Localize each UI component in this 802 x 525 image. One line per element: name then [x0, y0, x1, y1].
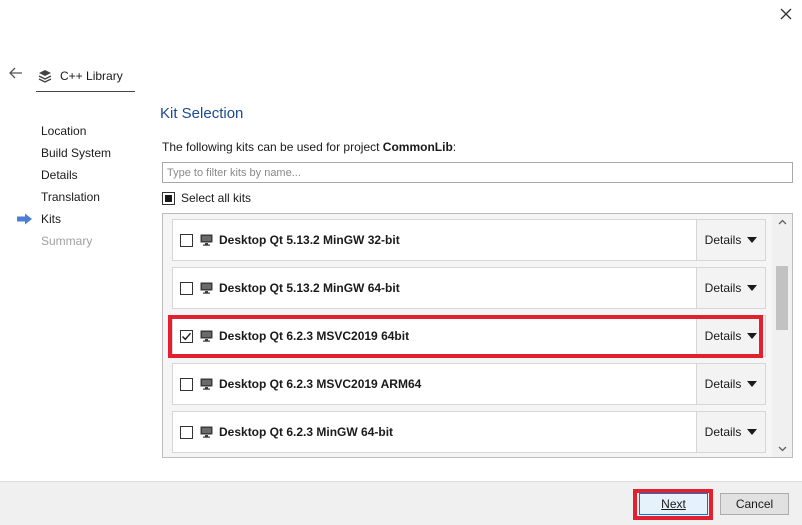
kit-details-button[interactable]: Details: [696, 316, 765, 356]
kit-checkbox[interactable]: [180, 377, 193, 391]
kit-row[interactable]: Desktop Qt 5.13.2 MinGW 32-bit Details: [172, 219, 766, 261]
kit-list-scrollbar[interactable]: [772, 214, 792, 457]
kit-list-panel: Desktop Qt 5.13.2 MinGW 32-bit Details D…: [162, 213, 793, 458]
intro-text: The following kits can be used for proje…: [162, 140, 456, 154]
intro-prefix: The following kits can be used for proje…: [162, 140, 383, 154]
back-button[interactable]: [6, 64, 26, 82]
wizard-title: C++ Library: [36, 60, 135, 92]
step-label: Kits: [41, 212, 62, 226]
chevron-down-icon: [778, 446, 786, 452]
next-label: Next: [661, 497, 686, 511]
kit-name: Desktop Qt 6.2.3 MSVC2019 64bit: [219, 329, 410, 343]
details-label: Details: [704, 233, 742, 247]
kit-checkbox[interactable]: [180, 425, 193, 439]
library-stack-icon: [38, 69, 52, 83]
select-all-kits-checkbox[interactable]: Select all kits: [162, 191, 251, 205]
step-translation: Translation: [16, 186, 156, 208]
kit-filter-input[interactable]: [162, 162, 793, 183]
desktop-monitor-icon: [200, 234, 213, 246]
page-title: Kit Selection: [160, 105, 244, 122]
kit-checkbox[interactable]: [180, 329, 193, 343]
scroll-up-button[interactable]: [772, 214, 792, 230]
step-label: Details: [41, 168, 78, 182]
checkmark-icon: [182, 332, 192, 340]
next-button[interactable]: Next: [639, 493, 708, 515]
desktop-monitor-icon: [200, 378, 213, 390]
kit-row[interactable]: Desktop Qt 6.2.3 MSVC2019 64bit Details: [172, 315, 766, 357]
select-all-label: Select all kits: [181, 191, 252, 205]
step-label: Summary: [41, 234, 93, 248]
desktop-monitor-icon: [200, 330, 213, 342]
kit-row[interactable]: Desktop Qt 6.2.3 MSVC2019 ARM64 Details: [172, 363, 766, 405]
caret-down-icon: [747, 333, 758, 339]
step-kits: Kits: [16, 208, 156, 230]
chevron-up-icon: [778, 219, 786, 225]
kit-row[interactable]: Desktop Qt 6.2.3 MinGW 64-bit Details: [172, 411, 766, 453]
kit-name: Desktop Qt 5.13.2 MinGW 32-bit: [219, 233, 400, 247]
kit-details-button[interactable]: Details: [696, 220, 765, 260]
caret-down-icon: [747, 381, 758, 387]
project-name: CommonLib: [382, 140, 453, 154]
kit-name: Desktop Qt 5.13.2 MinGW 64-bit: [219, 281, 400, 295]
intro-suffix: :: [452, 140, 457, 154]
caret-down-icon: [747, 285, 758, 291]
cancel-button[interactable]: Cancel: [720, 493, 789, 515]
step-label: Translation: [41, 190, 100, 204]
step-location: Location: [16, 120, 156, 142]
scroll-thumb[interactable]: [776, 266, 788, 330]
close-icon: [780, 8, 792, 20]
cancel-label: Cancel: [735, 497, 774, 511]
kit-details-button[interactable]: Details: [696, 364, 765, 404]
scroll-down-button[interactable]: [772, 441, 792, 457]
kit-checkbox[interactable]: [180, 233, 193, 247]
wizard-title-label: C++ Library: [60, 68, 123, 83]
partial-checkbox-icon: [162, 191, 175, 205]
desktop-monitor-icon: [200, 426, 213, 438]
desktop-monitor-icon: [200, 282, 213, 294]
kit-checkbox[interactable]: [180, 281, 193, 295]
wizard-footer: Next Cancel: [0, 481, 802, 525]
step-label: Build System: [41, 146, 112, 160]
kit-details-button[interactable]: Details: [696, 268, 765, 308]
kit-row[interactable]: Desktop Qt 5.13.2 MinGW 64-bit Details: [172, 267, 766, 309]
step-label: Location: [41, 124, 87, 138]
current-step-arrow-icon: [17, 213, 32, 225]
caret-down-icon: [747, 429, 758, 435]
kit-name: Desktop Qt 6.2.3 MinGW 64-bit: [219, 425, 394, 439]
close-button[interactable]: [776, 4, 796, 24]
caret-down-icon: [747, 237, 758, 243]
step-details: Details: [16, 164, 156, 186]
details-label: Details: [704, 425, 742, 439]
wizard-steps: Location Build System Details Translatio…: [16, 120, 156, 252]
kit-details-button[interactable]: Details: [696, 412, 765, 452]
back-arrow-icon: [9, 67, 22, 79]
details-label: Details: [704, 377, 742, 391]
kit-name: Desktop Qt 6.2.3 MSVC2019 ARM64: [219, 377, 422, 391]
details-label: Details: [704, 281, 742, 295]
step-build-system: Build System: [16, 142, 156, 164]
details-label: Details: [704, 329, 742, 343]
step-summary: Summary: [16, 230, 156, 252]
